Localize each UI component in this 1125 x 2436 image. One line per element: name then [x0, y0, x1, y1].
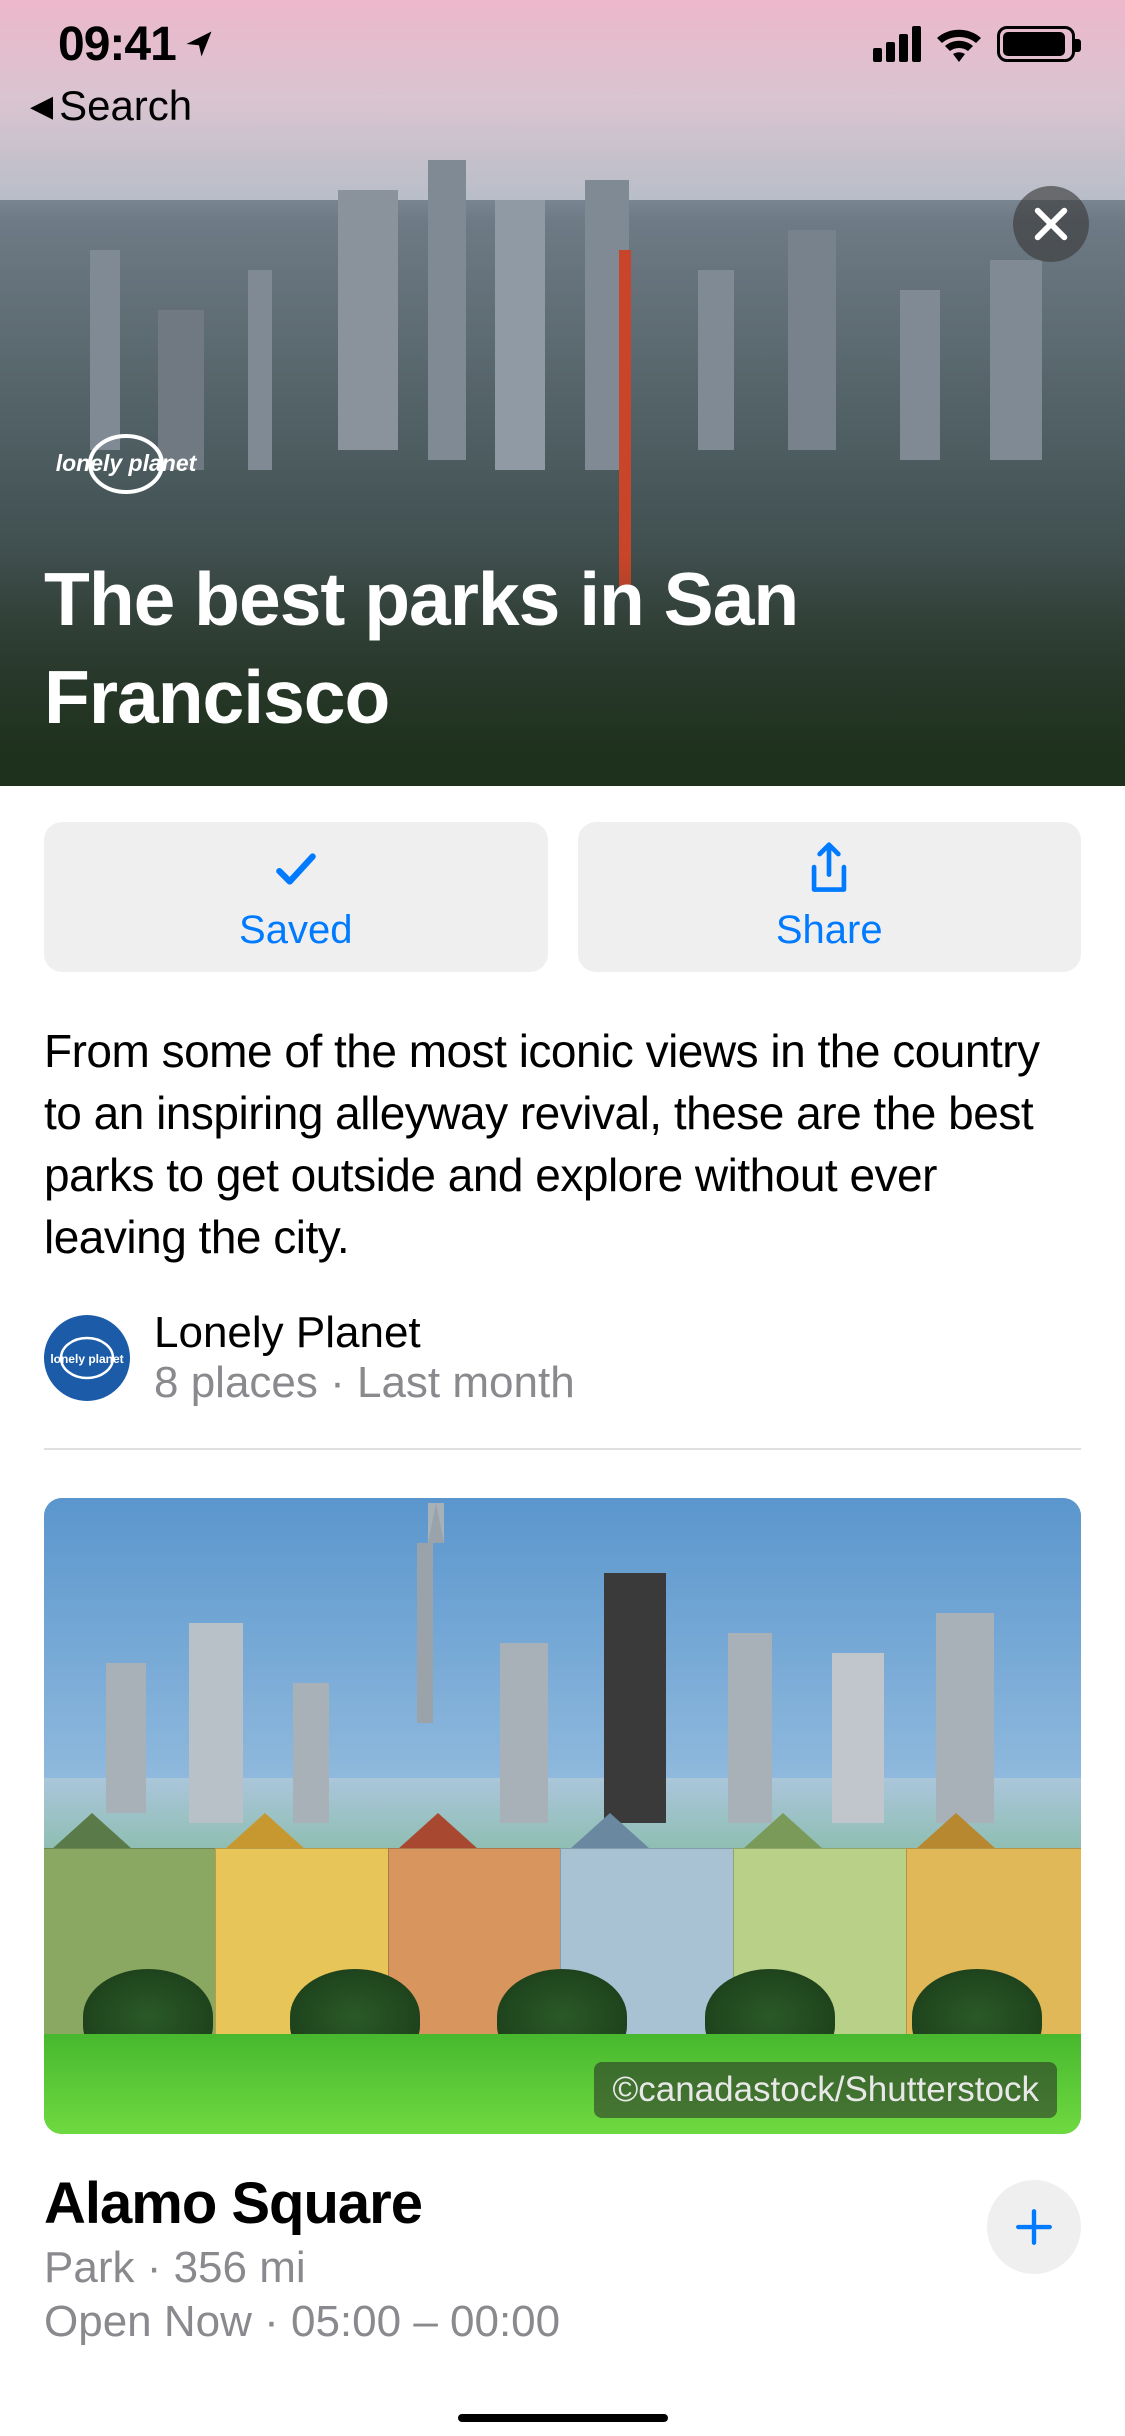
back-triangle-icon: ◀ — [30, 89, 53, 124]
place-name: Alamo Square — [44, 2170, 560, 2237]
svg-text:lonely planet: lonely planet — [50, 1352, 123, 1366]
place-card[interactable]: ©canadastock/Shutterstock Alamo Square P… — [44, 1498, 1081, 2347]
lonely-planet-logo: lonely planet — [42, 434, 210, 494]
place-image: ©canadastock/Shutterstock — [44, 1498, 1081, 2134]
plus-icon — [1013, 2206, 1055, 2248]
status-time: 09:41 — [58, 17, 214, 72]
page-title: The best parks in San Francisco — [44, 551, 1081, 746]
guide-description: From some of the most iconic views in th… — [44, 1020, 1081, 1268]
close-icon — [1031, 204, 1071, 244]
place-hours: Open Now · 05:00 – 00:00 — [44, 2297, 560, 2347]
close-button[interactable] — [1013, 186, 1089, 262]
author-name: Lonely Planet — [154, 1308, 575, 1358]
back-to-search-button[interactable]: ◀ Search — [30, 82, 192, 130]
svg-text:lonely planet: lonely planet — [56, 450, 198, 476]
content-area: Saved Share From some of the most iconic… — [0, 786, 1125, 2383]
checkmark-icon — [269, 842, 323, 896]
image-credit: ©canadastock/Shutterstock — [594, 2062, 1057, 2118]
status-bar: 09:41 — [0, 0, 1125, 88]
wifi-icon — [935, 26, 983, 62]
place-info: Alamo Square Park · 356 mi Open Now · 05… — [44, 2170, 560, 2347]
share-icon — [802, 842, 856, 896]
home-indicator[interactable] — [458, 2414, 668, 2422]
author-avatar: lonely planet — [44, 1315, 130, 1401]
add-place-button[interactable] — [987, 2180, 1081, 2274]
action-row: Saved Share — [44, 822, 1081, 972]
place-meta: Park · 356 mi — [44, 2243, 560, 2293]
author-row[interactable]: lonely planet Lonely Planet 8 places · L… — [44, 1308, 1081, 1408]
back-label: Search — [59, 82, 192, 130]
author-meta: 8 places · Last month — [154, 1358, 575, 1408]
share-label: Share — [776, 908, 883, 953]
clock-text: 09:41 — [58, 17, 176, 72]
saved-label: Saved — [239, 908, 352, 953]
saved-button[interactable]: Saved — [44, 822, 548, 972]
location-arrow-icon — [184, 29, 214, 59]
status-icons — [873, 26, 1075, 62]
divider — [44, 1448, 1081, 1450]
share-button[interactable]: Share — [578, 822, 1082, 972]
cellular-signal-icon — [873, 26, 921, 62]
author-info: Lonely Planet 8 places · Last month — [154, 1308, 575, 1408]
battery-icon — [997, 26, 1075, 62]
